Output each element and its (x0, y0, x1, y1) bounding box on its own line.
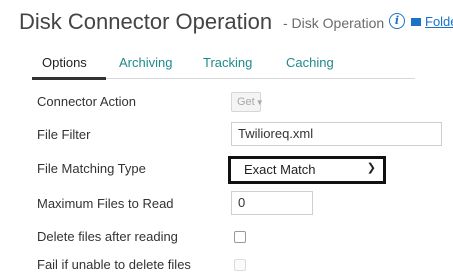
tab-tracking[interactable]: Tracking (203, 54, 252, 72)
file-filter-input[interactable]: Twilioreq.xml (231, 122, 442, 146)
tab-options[interactable]: Options (42, 54, 87, 72)
fail-if-unable-delete-checkbox[interactable] (234, 259, 246, 271)
chevron-down-icon: ❯ (366, 162, 376, 174)
info-icon[interactable]: i (389, 13, 405, 29)
folder-icon (411, 18, 421, 26)
fail-if-unable-delete-label: Fail if unable to delete files (37, 257, 191, 272)
folder-link[interactable]: Folde (411, 13, 453, 31)
file-matching-type-label: File Matching Type (37, 161, 146, 176)
page-subtitle: - Disk Operation (283, 15, 385, 31)
page-title: Disk Connector Operation (19, 9, 273, 34)
file-filter-label: File Filter (37, 127, 91, 142)
connector-action-label: Connector Action (37, 94, 137, 109)
tab-active-indicator (32, 77, 106, 80)
delete-after-reading-label: Delete files after reading (37, 229, 178, 244)
chevron-down-icon: ▼ (255, 98, 264, 107)
delete-after-reading-checkbox[interactable] (234, 231, 246, 243)
connector-action-value: Get (237, 96, 255, 108)
file-matching-type-select[interactable]: Exact Match ❯ (228, 156, 386, 184)
max-files-label: Maximum Files to Read (37, 196, 174, 211)
max-files-input[interactable]: 0 (231, 191, 313, 215)
connector-action-select[interactable]: Get▼ (231, 92, 264, 112)
tab-caching[interactable]: Caching (286, 54, 334, 72)
tab-archiving[interactable]: Archiving (119, 54, 172, 72)
file-matching-type-value: Exact Match (244, 162, 316, 177)
folder-link-label[interactable]: Folde (425, 14, 453, 29)
